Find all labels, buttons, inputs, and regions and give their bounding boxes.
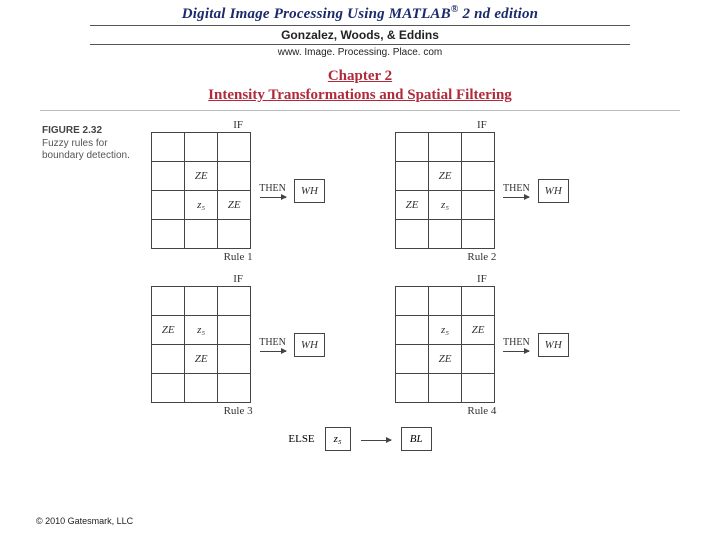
then-label: THEN [503, 337, 530, 348]
cell-ze: ZE [429, 345, 462, 374]
if-label: IF [233, 273, 243, 285]
then-label: THEN [503, 183, 530, 194]
cell-ze: ZE [396, 191, 429, 220]
output-bl: BL [401, 427, 432, 451]
output-wh: WH [294, 179, 325, 203]
rule-3-grid: ZEz₅ ZE [151, 286, 251, 403]
rule-3: IF ZEz₅ ZE THEN WH Rule 3 [151, 273, 325, 417]
else-label: ELSE [288, 433, 314, 445]
rule-body: ZEz₅ ZE THEN WH [151, 286, 325, 403]
rule-4: IF z₅ZE ZE THEN WH Rule 4 [395, 273, 569, 417]
then-arrow: THEN [503, 337, 530, 352]
cell-z5: z₅ [429, 191, 462, 220]
figure-caption: FIGURE 2.32 Fuzzy rules for boundary det… [42, 125, 142, 163]
figure-caption-text: Fuzzy rules for boundary detection. [42, 138, 130, 162]
rule-row-2: IF ZEz₅ ZE THEN WH Rule 3 [0, 273, 720, 417]
rule-body: z₅ZE ZE THEN WH [395, 286, 569, 403]
divider [40, 110, 680, 111]
diagrams: IF ZE z₅ZE THEN WH Rule 1 [0, 119, 720, 451]
arrow-icon [260, 197, 286, 198]
chapter-title: Intensity Transformations and Spatial Fi… [0, 87, 720, 104]
rule-body: ZE z₅ZE THEN WH [151, 132, 325, 249]
chapter-heading: Chapter 2 Intensity Transformations and … [0, 68, 720, 104]
arrow-icon [503, 351, 529, 352]
rule-1: IF ZE z₅ZE THEN WH Rule 1 [151, 119, 325, 263]
divider [90, 25, 630, 26]
registered-mark: ® [451, 4, 459, 15]
copyright: © 2010 Gatesmark, LLC [36, 516, 133, 526]
arrow-icon [361, 440, 391, 441]
cell-ze: ZE [152, 316, 185, 345]
if-label: IF [477, 273, 487, 285]
if-label: IF [233, 119, 243, 131]
if-label: IF [477, 119, 487, 131]
figure-area: FIGURE 2.32 Fuzzy rules for boundary det… [0, 119, 720, 451]
output-wh: WH [538, 179, 569, 203]
rule-3-label: Rule 3 [224, 405, 253, 417]
cell-ze: ZE [185, 345, 218, 374]
then-arrow: THEN [259, 183, 286, 198]
cell-z5: z₅ [185, 191, 218, 220]
header: Digital Image Processing Using MATLAB® 2… [0, 0, 720, 58]
then-label: THEN [259, 337, 286, 348]
cell-z5: z₅ [185, 316, 218, 345]
divider [90, 44, 630, 45]
else-row: ELSE z₅ BL [0, 427, 720, 451]
else-z5: z₅ [325, 427, 351, 451]
rule-4-label: Rule 4 [467, 405, 496, 417]
website-url: www. Image. Processing. Place. com [0, 47, 720, 58]
cell-ze: ZE [462, 316, 495, 345]
chapter-number: Chapter 2 [0, 68, 720, 85]
arrow-icon [503, 197, 529, 198]
figure-number: FIGURE 2.32 [42, 125, 102, 136]
rule-2-label: Rule 2 [467, 251, 496, 263]
cell-z5: z₅ [429, 316, 462, 345]
arrow-icon [260, 351, 286, 352]
cell-ze: ZE [218, 191, 251, 220]
output-wh: WH [294, 333, 325, 357]
rule-1-grid: ZE z₅ZE [151, 132, 251, 249]
authors: Gonzalez, Woods, & Eddins [0, 28, 720, 42]
cell-ze: ZE [185, 162, 218, 191]
then-label: THEN [259, 183, 286, 194]
then-arrow: THEN [259, 337, 286, 352]
title-suffix: 2 nd edition [459, 6, 539, 22]
title-prefix: Digital Image Processing Using MATLAB [182, 6, 451, 22]
rule-body: ZE ZEz₅ THEN WH [395, 132, 569, 249]
rule-1-label: Rule 1 [224, 251, 253, 263]
rule-2-grid: ZE ZEz₅ [395, 132, 495, 249]
cell-ze: ZE [429, 162, 462, 191]
then-arrow: THEN [503, 183, 530, 198]
output-wh: WH [538, 333, 569, 357]
rule-4-grid: z₅ZE ZE [395, 286, 495, 403]
book-title: Digital Image Processing Using MATLAB® 2… [0, 4, 720, 23]
rule-2: IF ZE ZEz₅ THEN WH Rule 2 [395, 119, 569, 263]
